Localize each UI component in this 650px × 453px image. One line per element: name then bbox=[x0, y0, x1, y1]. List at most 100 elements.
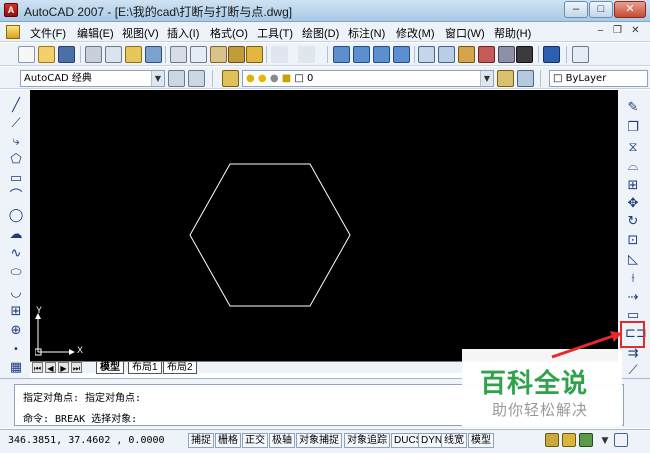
new-icon[interactable] bbox=[18, 46, 35, 63]
tab-model[interactable]: 模型 bbox=[96, 362, 124, 374]
mirror-icon[interactable]: ⧖ bbox=[625, 140, 641, 156]
clean-screen-icon[interactable] bbox=[614, 433, 628, 447]
plot-preview-icon[interactable] bbox=[105, 46, 122, 63]
color-control-dropdown[interactable]: □ ByLayer bbox=[549, 70, 648, 87]
erase-icon[interactable]: ✎ bbox=[625, 100, 641, 116]
mdi-close-button[interactable]: ✕ bbox=[628, 25, 643, 39]
insert-block-icon[interactable]: ⊞ bbox=[8, 304, 24, 320]
revision-cloud-icon[interactable]: ☁ bbox=[8, 227, 24, 243]
layer-previous-icon[interactable] bbox=[517, 70, 534, 87]
pan-realtime-icon[interactable] bbox=[333, 46, 350, 63]
make-object-layer-current-icon[interactable] bbox=[497, 70, 514, 87]
3d-dwf-icon[interactable] bbox=[145, 46, 162, 63]
menu-file[interactable]: 文件(F) bbox=[30, 25, 66, 41]
match-properties-icon[interactable] bbox=[228, 46, 245, 63]
menu-insert[interactable]: 插入(I) bbox=[167, 25, 199, 41]
rectangle-icon[interactable]: ▭ bbox=[8, 171, 24, 187]
hexagon-polygon[interactable] bbox=[189, 163, 351, 307]
menu-help[interactable]: 帮助(H) bbox=[494, 25, 531, 41]
undo-icon[interactable] bbox=[271, 46, 288, 63]
chamfer-icon[interactable]: ⟋ bbox=[625, 363, 641, 379]
trayicon-icon[interactable] bbox=[579, 433, 593, 447]
prev-tab-arrow-icon[interactable]: ◀ bbox=[45, 362, 56, 373]
workspace-settings-icon[interactable] bbox=[168, 70, 185, 87]
zoom-previous-icon[interactable] bbox=[393, 46, 410, 63]
communication-center-icon[interactable] bbox=[545, 433, 559, 447]
layer-properties-icon[interactable] bbox=[222, 70, 239, 87]
sheet-set-manager-icon[interactable] bbox=[478, 46, 495, 63]
redo-icon[interactable] bbox=[298, 46, 315, 63]
lineweight-toggle[interactable]: 线宽 bbox=[441, 433, 467, 448]
autocad-app-icon[interactable]: A bbox=[4, 3, 18, 17]
point-icon[interactable]: • bbox=[8, 342, 24, 358]
rotate-icon[interactable]: ↻ bbox=[625, 214, 641, 230]
array-icon[interactable]: ⊞ bbox=[625, 178, 641, 194]
mdi-minimize-button[interactable]: – bbox=[593, 25, 608, 39]
open-icon[interactable] bbox=[38, 46, 55, 63]
paste-icon[interactable] bbox=[210, 46, 227, 63]
menu-tools[interactable]: 工具(T) bbox=[257, 25, 293, 41]
ellipse-icon[interactable]: ⬭ bbox=[8, 265, 24, 281]
snap-toggle[interactable]: 捕捉 bbox=[188, 433, 214, 448]
markup-set-manager-icon[interactable] bbox=[498, 46, 515, 63]
menu-window[interactable]: 窗口(W) bbox=[445, 25, 485, 41]
last-tab-arrow-icon[interactable]: ⏭ bbox=[71, 362, 82, 373]
next-tab-arrow-icon[interactable]: ▶ bbox=[58, 362, 69, 373]
workspace-save-icon[interactable] bbox=[188, 70, 205, 87]
block-editor-icon[interactable] bbox=[246, 46, 263, 63]
spline-icon[interactable]: ∿ bbox=[8, 246, 24, 262]
zoom-window-icon[interactable] bbox=[373, 46, 390, 63]
menu-dimension[interactable]: 标注(N) bbox=[348, 25, 385, 41]
construction-line-icon[interactable]: ⟋ bbox=[8, 116, 24, 132]
extend-icon[interactable]: ⇢ bbox=[625, 290, 641, 306]
workspace-dropdown[interactable]: AutoCAD 经典 ▼ bbox=[20, 70, 165, 87]
tool-palettes-icon[interactable] bbox=[458, 46, 475, 63]
polygon-icon[interactable]: ⬠ bbox=[8, 152, 24, 168]
quickcalc-icon[interactable] bbox=[516, 46, 533, 63]
grid-toggle[interactable]: 栅格 bbox=[215, 433, 241, 448]
polar-toggle[interactable]: 极轴 bbox=[269, 433, 295, 448]
status-menu-arrow-icon[interactable]: ▼ bbox=[597, 433, 613, 449]
minimize-button[interactable]: – bbox=[564, 1, 588, 18]
first-tab-arrow-icon[interactable]: ⏮ bbox=[32, 362, 43, 373]
menu-draw[interactable]: 绘图(D) bbox=[302, 25, 339, 41]
copy-icon[interactable] bbox=[190, 46, 207, 63]
help-icon[interactable] bbox=[543, 46, 560, 63]
trim-icon[interactable]: ⟊ bbox=[625, 271, 641, 287]
line-icon[interactable]: ╱ bbox=[8, 98, 24, 114]
arc-icon[interactable]: ⌒ bbox=[8, 189, 24, 205]
maximize-button[interactable]: □ bbox=[589, 1, 613, 18]
cut-icon[interactable] bbox=[170, 46, 187, 63]
copy-object-icon[interactable]: ❐ bbox=[625, 120, 641, 136]
menu-modify[interactable]: 修改(M) bbox=[396, 25, 435, 41]
tab-layout1[interactable]: 布局1 bbox=[128, 362, 162, 374]
publish-icon[interactable] bbox=[125, 46, 142, 63]
make-block-icon[interactable]: ⊕ bbox=[8, 323, 24, 339]
mdi-restore-button[interactable]: ❐ bbox=[610, 25, 625, 39]
tab-layout2[interactable]: 布局2 bbox=[163, 362, 197, 374]
design-center-icon[interactable] bbox=[438, 46, 455, 63]
zoom-realtime-icon[interactable] bbox=[353, 46, 370, 63]
model-paper-toggle[interactable]: 模型 bbox=[468, 433, 494, 448]
scale-icon[interactable]: ⊡ bbox=[625, 233, 641, 249]
ortho-toggle[interactable]: 正交 bbox=[242, 433, 268, 448]
drawing-canvas[interactable] bbox=[30, 90, 618, 361]
text-style-icon[interactable] bbox=[572, 46, 589, 63]
print-icon[interactable] bbox=[85, 46, 102, 63]
lock-toolbar-icon[interactable] bbox=[562, 433, 576, 447]
stretch-icon[interactable]: ◺ bbox=[625, 252, 641, 268]
close-button[interactable]: ✕ bbox=[614, 1, 646, 18]
menu-edit[interactable]: 编辑(E) bbox=[77, 25, 114, 41]
offset-icon[interactable]: ⌓ bbox=[625, 159, 641, 175]
hatch-icon[interactable]: ▦ bbox=[8, 360, 24, 376]
otrack-toggle[interactable]: 对象追踪 bbox=[344, 433, 390, 448]
menu-view[interactable]: 视图(V) bbox=[122, 25, 159, 41]
osnap-toggle[interactable]: 对象捕捉 bbox=[296, 433, 342, 448]
move-icon[interactable]: ✥ bbox=[625, 196, 641, 212]
polyline-icon[interactable]: ⤷ bbox=[8, 134, 24, 150]
circle-icon[interactable]: ◯ bbox=[8, 208, 24, 224]
ellipse-arc-icon[interactable]: ◡ bbox=[8, 285, 24, 301]
save-icon[interactable] bbox=[58, 46, 75, 63]
document-icon[interactable] bbox=[6, 25, 20, 39]
menu-format[interactable]: 格式(O) bbox=[210, 25, 248, 41]
